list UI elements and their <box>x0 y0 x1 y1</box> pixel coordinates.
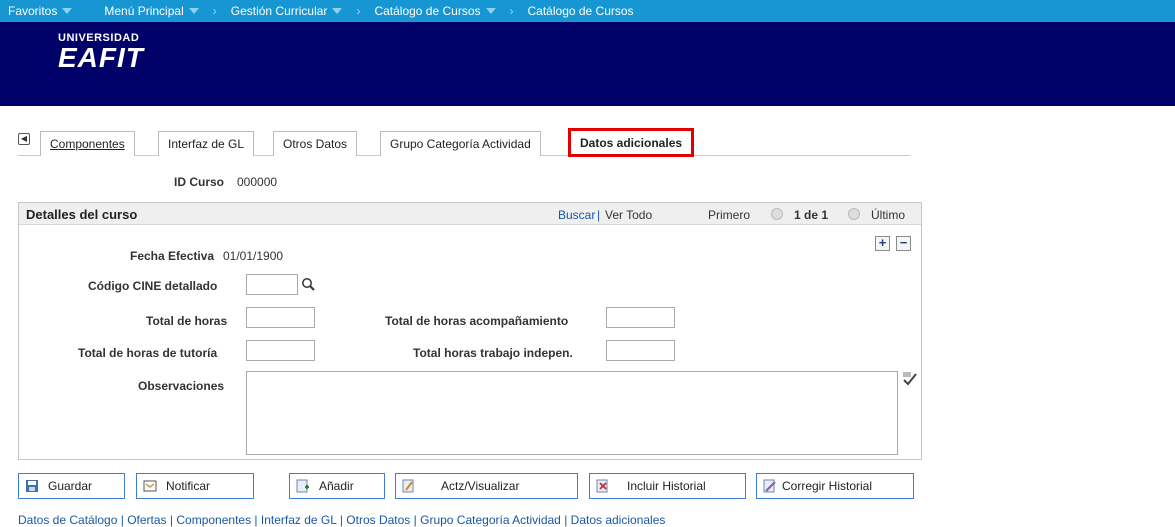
observations-textarea[interactable] <box>246 371 898 455</box>
tab-interfaz-gl[interactable]: Interfaz de GL <box>158 131 255 156</box>
footer-link-interfaz-gl[interactable]: Interfaz de GL <box>261 513 337 527</box>
tab-label: Interfaz de GL <box>168 137 245 151</box>
accompaniment-hours-label: Total de horas acompañamiento <box>385 314 569 328</box>
tab-componentes[interactable]: Componentes <box>40 131 135 156</box>
footer-link-catalogo[interactable]: Datos de Catálogo <box>18 513 117 527</box>
first-label: Primero <box>708 208 751 222</box>
tutoring-hours-input[interactable] <box>246 340 315 361</box>
footer-separator: | <box>166 513 177 527</box>
add-label: Añadir <box>319 479 354 493</box>
tab-otros-datos[interactable]: Otros Datos <box>273 131 358 156</box>
add-icon <box>296 479 309 493</box>
chevron-right-icon: › <box>356 4 361 18</box>
footer-separator: | <box>410 513 421 527</box>
panel-title: Detalles del curso <box>26 207 138 222</box>
nav-catalogo-cursos-page[interactable]: Catálogo de Cursos <box>520 0 642 22</box>
total-hours-label: Total de horas <box>146 314 228 328</box>
footer-link-otros-datos[interactable]: Otros Datos <box>346 513 410 527</box>
notify-label: Notificar <box>166 479 211 493</box>
nav-favoritos-label: Favoritos <box>8 4 58 18</box>
accompaniment-hours-input[interactable] <box>606 307 675 328</box>
save-label: Guardar <box>48 479 93 493</box>
header-banner: UNIVERSIDAD EAFIT <box>0 22 1175 106</box>
correct-history-button[interactable]: Corregir Historial <box>756 473 914 499</box>
correct-history-label: Corregir Historial <box>782 479 873 493</box>
footer-separator: | <box>117 513 128 527</box>
tab-grupo-categoria-actividad[interactable]: Grupo Categoría Actividad <box>380 131 541 156</box>
nav-menu-principal[interactable]: Menú Principal <box>96 0 206 22</box>
footer-separator: | <box>251 513 261 527</box>
logo-line2: EAFIT <box>58 42 144 73</box>
update-view-icon <box>402 479 414 493</box>
footer-link-datos-adicionales[interactable]: Datos adicionales <box>571 513 666 527</box>
correct-history-icon <box>763 479 776 493</box>
delete-row-icon[interactable]: − <box>896 236 911 251</box>
cine-code-label: Código CINE detallado <box>88 279 218 293</box>
update-view-button[interactable]: Actz/Visualizar <box>395 473 578 499</box>
spellcheck-icon[interactable] <box>902 371 918 387</box>
chevron-down-icon[interactable] <box>485 8 496 14</box>
tab-bar: ◀ Componentes Interfaz de GL Otros Datos… <box>18 128 910 157</box>
effective-date-value: 01/01/1900 <box>223 249 284 263</box>
nav-catalogo-cursos-page-label: Catálogo de Cursos <box>527 4 634 18</box>
footer-separator: | <box>560 513 571 527</box>
chevron-down-icon[interactable] <box>62 8 73 14</box>
include-history-button[interactable]: Incluir Historial <box>589 473 746 499</box>
panel-header: Detalles del curso Buscar | Ver Todo Pri… <box>19 203 921 225</box>
search-link[interactable]: Buscar <box>558 208 595 222</box>
chevron-right-icon: › <box>509 4 514 18</box>
chevron-right-icon: › <box>212 4 217 18</box>
course-id-label: ID Curso <box>174 175 225 189</box>
tab-datos-adicionales[interactable]: Datos adicionales <box>568 128 695 157</box>
notify-button[interactable]: Notificar <box>136 473 254 499</box>
footer-separator: | <box>336 513 347 527</box>
course-id-value: 000000 <box>237 175 278 189</box>
total-hours-input[interactable] <box>246 307 315 328</box>
nav-menu-principal-label: Menú Principal <box>104 4 184 18</box>
effective-date-label: Fecha Efectiva <box>130 249 215 263</box>
university-logo: UNIVERSIDAD EAFIT <box>58 32 144 72</box>
independent-hours-input[interactable] <box>606 340 675 361</box>
nav-gestion-curricular[interactable]: Gestión Curricular <box>223 0 351 22</box>
nav-favoritos[interactable]: Favoritos <box>0 0 80 22</box>
search-icon[interactable] <box>301 277 316 292</box>
nav-gestion-curricular-label: Gestión Curricular <box>230 4 328 18</box>
last-label: Último <box>871 208 906 222</box>
notify-icon <box>143 480 157 492</box>
footer-link-grupo-categoria[interactable]: Grupo Categoría Actividad <box>420 513 561 527</box>
chevron-down-icon[interactable] <box>188 8 199 14</box>
tutoring-hours-label: Total de horas de tutoría <box>78 346 218 360</box>
cine-code-input[interactable] <box>246 274 298 295</box>
top-navigation-bar: Favoritos › Menú Principal › Gestión Cur… <box>0 0 1175 22</box>
previous-icon[interactable] <box>771 208 783 220</box>
chevron-down-icon[interactable] <box>332 8 343 14</box>
tab-label: Grupo Categoría Actividad <box>390 137 531 151</box>
course-details-panel: Detalles del curso Buscar | Ver Todo Pri… <box>18 202 922 460</box>
tab-label: Datos adicionales <box>580 135 683 150</box>
independent-hours-label: Total horas trabajo indepen. <box>413 346 573 360</box>
observations-label: Observaciones <box>138 379 225 393</box>
footer-links: Datos de Catálogo | Ofertas | Componente… <box>18 513 665 527</box>
view-all-link[interactable]: Ver Todo <box>605 208 652 222</box>
update-view-label: Actz/Visualizar <box>441 479 520 493</box>
tab-label: Otros Datos <box>283 137 348 151</box>
include-history-icon <box>596 479 608 493</box>
tab-label: Componentes <box>50 137 125 151</box>
include-history-label: Incluir Historial <box>627 479 706 493</box>
link-divider: | <box>597 208 601 222</box>
row-counter: 1 de 1 <box>794 208 829 222</box>
nav-catalogo-cursos-menu[interactable]: Catálogo de Cursos <box>366 0 503 22</box>
add-button[interactable]: Añadir <box>289 473 385 499</box>
add-row-icon[interactable]: + <box>875 236 890 251</box>
next-icon[interactable] <box>848 208 860 220</box>
save-icon <box>26 480 38 492</box>
nav-catalogo-cursos-menu-label: Catálogo de Cursos <box>374 4 481 18</box>
footer-link-ofertas[interactable]: Ofertas <box>127 513 166 527</box>
tab-scroll-left-icon[interactable]: ◀ <box>18 133 30 145</box>
save-button[interactable]: Guardar <box>18 473 125 499</box>
footer-link-componentes[interactable]: Componentes <box>176 513 251 527</box>
